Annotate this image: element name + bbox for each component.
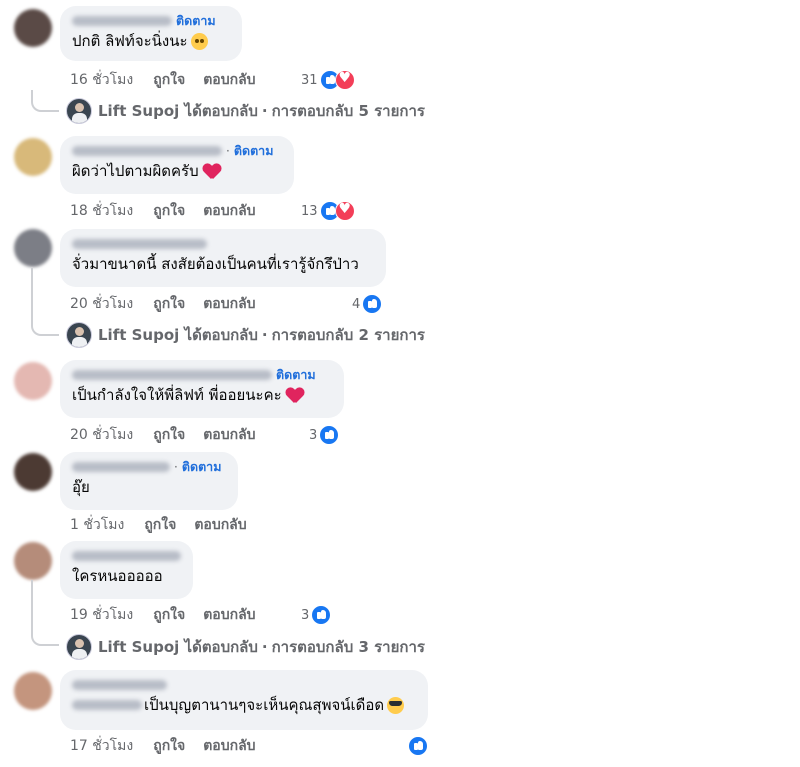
reply-button[interactable]: ตอบกลับ — [203, 200, 255, 222]
like-reaction-icon — [311, 605, 332, 625]
timestamp[interactable]: 18 ชั่วโมง — [70, 200, 133, 222]
author-name-redacted[interactable] — [72, 680, 167, 690]
reaction-count: 13 — [301, 203, 318, 219]
avatar — [66, 634, 92, 660]
replied-label: ได้ตอบกลับ — [184, 326, 258, 344]
comment-bubble: ใครหนอออออ — [60, 541, 193, 599]
reply-button[interactable]: ตอบกลับ — [203, 735, 255, 757]
timestamp[interactable]: 1 ชั่วโมง — [70, 514, 124, 536]
reply-count: การตอบกลับ 2 รายการ — [271, 326, 425, 344]
view-replies-link[interactable]: Lift Supoj ได้ตอบกลับ · การตอบกลับ 5 ราย… — [66, 98, 425, 124]
replied-label: ได้ตอบกลับ — [184, 638, 258, 656]
red-heart-emoji-icon — [286, 387, 304, 404]
like-button[interactable]: ถูกใจ — [153, 735, 185, 757]
separator-dot: · — [261, 326, 268, 344]
author-name-redacted[interactable] — [72, 239, 207, 249]
avatar[interactable] — [14, 542, 52, 580]
reply-author-name: Lift Supoj — [98, 638, 180, 656]
thread-connector — [31, 268, 59, 336]
separator-dot: · — [174, 460, 178, 474]
reply-count: การตอบกลับ 3 รายการ — [271, 638, 425, 656]
reaction-summary[interactable]: 3 — [301, 605, 332, 625]
like-reaction-icon — [408, 736, 428, 756]
author-name-redacted[interactable] — [72, 370, 272, 380]
follow-button[interactable]: ติดตาม — [276, 365, 316, 385]
avatar[interactable] — [14, 9, 52, 47]
author-name-redacted[interactable] — [72, 551, 181, 561]
reply-author-name: Lift Supoj — [98, 326, 180, 344]
comment-text: ใครหนอออออ — [72, 567, 163, 585]
comment-text: อุ๊ย — [72, 478, 90, 496]
tagged-name-redacted[interactable] — [72, 700, 142, 710]
reply-count: การตอบกลับ 5 รายการ — [271, 102, 425, 120]
view-replies-link[interactable]: Lift Supoj ได้ตอบกลับ · การตอบกลับ 3 ราย… — [66, 634, 425, 660]
comment-bubble: ติดตาม ปกติ ลิฟท์จะนิ่งนะ — [60, 6, 242, 61]
follow-button[interactable]: ติดตาม — [176, 11, 216, 31]
like-button[interactable]: ถูกใจ — [153, 424, 185, 446]
timestamp[interactable]: 20 ชั่วโมง — [70, 424, 133, 446]
red-heart-emoji-icon — [203, 163, 221, 180]
comment-bubble: ติดตาม เป็นกำลังใจให้พี่ลิฟท์ พี่ออยนะคะ — [60, 360, 344, 418]
reaction-summary[interactable] — [406, 736, 428, 756]
follow-button[interactable]: ติดตาม — [234, 141, 274, 161]
flushed-face-emoji-icon — [190, 32, 208, 50]
reply-button[interactable]: ตอบกลับ — [203, 424, 255, 446]
comment-bubble: จั่วมาขนาดนี้ สงสัยต้องเป็นคนที่เรารู้จั… — [60, 229, 386, 287]
reaction-summary[interactable]: 13 — [301, 201, 355, 221]
avatar[interactable] — [14, 229, 52, 267]
like-reaction-icon — [362, 294, 383, 314]
comment-text: เป็นกำลังใจให้พี่ลิฟท์ พี่ออยนะคะ — [72, 386, 282, 404]
thread-connector — [31, 90, 59, 112]
reply-button[interactable]: ตอบกลับ — [194, 514, 246, 536]
reaction-summary[interactable]: 4 — [352, 294, 383, 314]
view-replies-link[interactable]: Lift Supoj ได้ตอบกลับ · การตอบกลับ 2 ราย… — [66, 322, 425, 348]
reaction-count: 3 — [309, 427, 318, 443]
like-button[interactable]: ถูกใจ — [153, 293, 185, 315]
like-button[interactable]: ถูกใจ — [153, 69, 185, 91]
separator-dot: · — [261, 638, 268, 656]
reply-button[interactable]: ตอบกลับ — [203, 293, 255, 315]
timestamp[interactable]: 20 ชั่วโมง — [70, 293, 133, 315]
timestamp[interactable]: 17 ชั่วโมง — [70, 735, 133, 757]
like-reaction-icon — [319, 425, 340, 445]
author-name-redacted[interactable] — [72, 146, 222, 156]
reply-author-name: Lift Supoj — [98, 102, 180, 120]
comment-text: จั่วมาขนาดนี้ สงสัยต้องเป็นคนที่เรารู้จั… — [72, 255, 359, 273]
love-reaction-icon — [334, 70, 355, 90]
comment-text: เป็นบุญตานานๆจะเห็นคุณสุพจน์เดือด — [144, 696, 385, 714]
separator-dot: · — [261, 102, 268, 120]
avatar[interactable] — [14, 453, 52, 491]
like-button[interactable]: ถูกใจ — [153, 200, 185, 222]
comment-bubble: · ติดตาม อุ๊ย — [60, 452, 238, 510]
author-name-redacted[interactable] — [72, 462, 170, 472]
reply-button[interactable]: ตอบกลับ — [203, 69, 255, 91]
reaction-summary[interactable]: 31 — [301, 70, 355, 90]
like-button[interactable]: ถูกใจ — [144, 514, 176, 536]
reply-button[interactable]: ตอบกลับ — [203, 604, 255, 626]
avatar — [66, 98, 92, 124]
love-reaction-icon — [334, 201, 355, 221]
like-button[interactable]: ถูกใจ — [153, 604, 185, 626]
avatar[interactable] — [14, 138, 52, 176]
timestamp[interactable]: 16 ชั่วโมง — [70, 69, 133, 91]
separator-dot: · — [226, 144, 230, 158]
reaction-count: 3 — [301, 607, 310, 623]
comment-text: ผิดว่าไปตามผิดครับ — [72, 162, 199, 180]
avatar[interactable] — [14, 362, 52, 400]
author-name-redacted[interactable] — [72, 16, 172, 26]
timestamp[interactable]: 19 ชั่วโมง — [70, 604, 133, 626]
avatar — [66, 322, 92, 348]
comment-bubble: · ติดตาม ผิดว่าไปตามผิดครับ — [60, 136, 294, 194]
follow-button[interactable]: ติดตาม — [182, 457, 222, 477]
avatar[interactable] — [14, 672, 52, 710]
thread-connector — [31, 580, 59, 646]
reaction-count: 31 — [301, 72, 318, 88]
sunglasses-emoji-icon — [387, 696, 405, 714]
comment-text: ปกติ ลิฟท์จะนิ่งนะ — [72, 32, 188, 50]
comment-bubble: เป็นบุญตานานๆจะเห็นคุณสุพจน์เดือด — [60, 670, 428, 730]
replied-label: ได้ตอบกลับ — [184, 102, 258, 120]
reaction-summary[interactable]: 3 — [309, 425, 340, 445]
reaction-count: 4 — [352, 296, 361, 312]
